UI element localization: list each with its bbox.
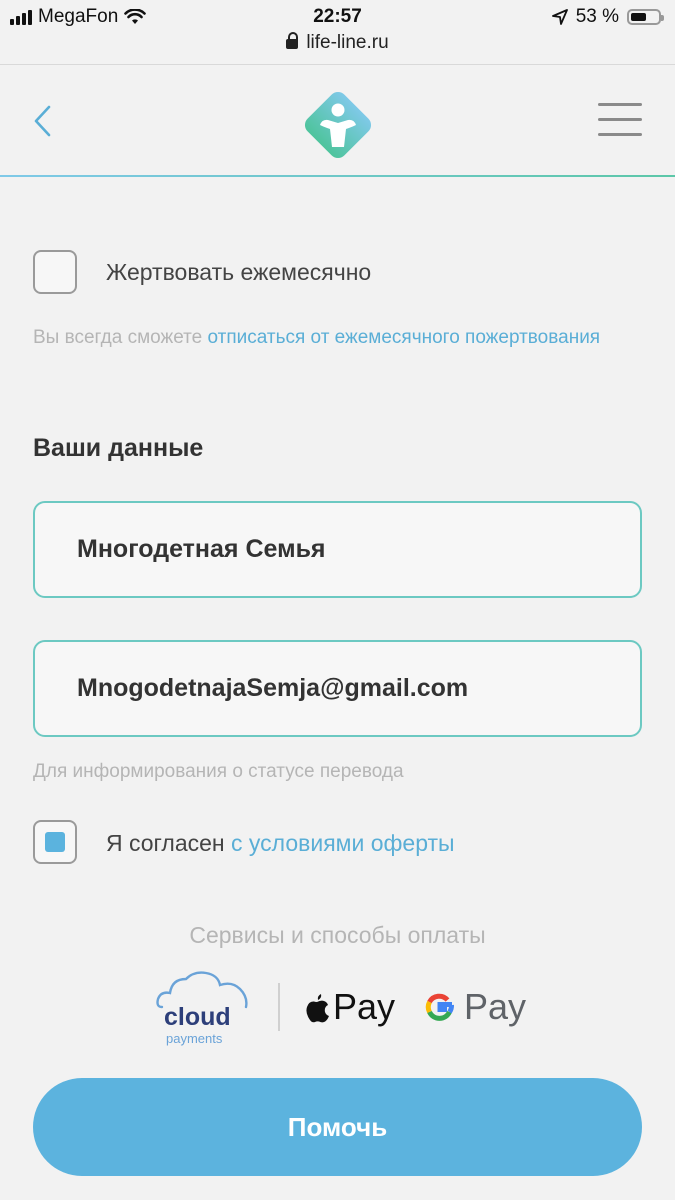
email-field[interactable] — [33, 640, 642, 737]
back-button[interactable] — [30, 103, 60, 139]
unsubscribe-hint: Вы всегда сможете отписаться от ежемесяч… — [33, 327, 601, 348]
apple-pay-text: Pay — [333, 986, 396, 1027]
cloudpayments-title: cloud — [164, 1003, 231, 1031]
hamburger-menu-button[interactable] — [598, 103, 642, 139]
battery-percent: 53 % — [575, 6, 619, 27]
payment-divider — [278, 983, 280, 1031]
address-bar[interactable]: life-line.ru — [0, 32, 675, 54]
monthly-donation-checkbox[interactable] — [33, 250, 77, 294]
cloudpayments-logo: cloud payments — [156, 969, 250, 1047]
help-submit-button[interactable]: Помочь — [33, 1078, 642, 1176]
lock-icon — [286, 32, 299, 49]
header-divider — [0, 175, 675, 177]
status-right: 53 % — [551, 6, 664, 28]
unsubscribe-link[interactable]: отписаться от ежемесячного пожертвования — [207, 327, 600, 348]
apple-pay-logo: Pay — [304, 985, 395, 1029]
payment-methods-title: Сервисы и способы оплаты — [189, 922, 486, 948]
chevron-left-icon — [34, 105, 51, 137]
agree-offer-label: Я согласен с условиями оферты — [106, 830, 455, 856]
google-g-icon — [425, 993, 454, 1021]
name-input[interactable] — [77, 535, 640, 564]
email-hint: Для информирования о статусе перевода — [33, 761, 404, 782]
email-input[interactable] — [77, 674, 640, 703]
google-pay-logo: Pay — [424, 985, 526, 1029]
url-text: life-line.ru — [306, 32, 389, 53]
monthly-donation-label: Жертвовать ежемесячно — [106, 259, 372, 285]
payment-logos: cloud payments Pay Pay — [0, 965, 675, 1050]
site-header — [0, 65, 675, 175]
cloudpayments-subtitle: payments — [166, 1031, 223, 1046]
google-pay-text: Pay — [464, 986, 527, 1027]
your-data-title: Ваши данные — [33, 434, 204, 462]
status-bar: MegaFon 22:57 53 % — [0, 0, 675, 34]
apple-icon — [306, 994, 329, 1023]
offer-terms-link[interactable]: с условиями оферты — [231, 830, 455, 856]
battery-icon — [627, 9, 664, 25]
agree-offer-checkbox[interactable] — [33, 820, 77, 864]
life-line-logo[interactable] — [300, 87, 376, 163]
name-field[interactable] — [33, 501, 642, 598]
location-arrow-icon — [551, 9, 568, 25]
